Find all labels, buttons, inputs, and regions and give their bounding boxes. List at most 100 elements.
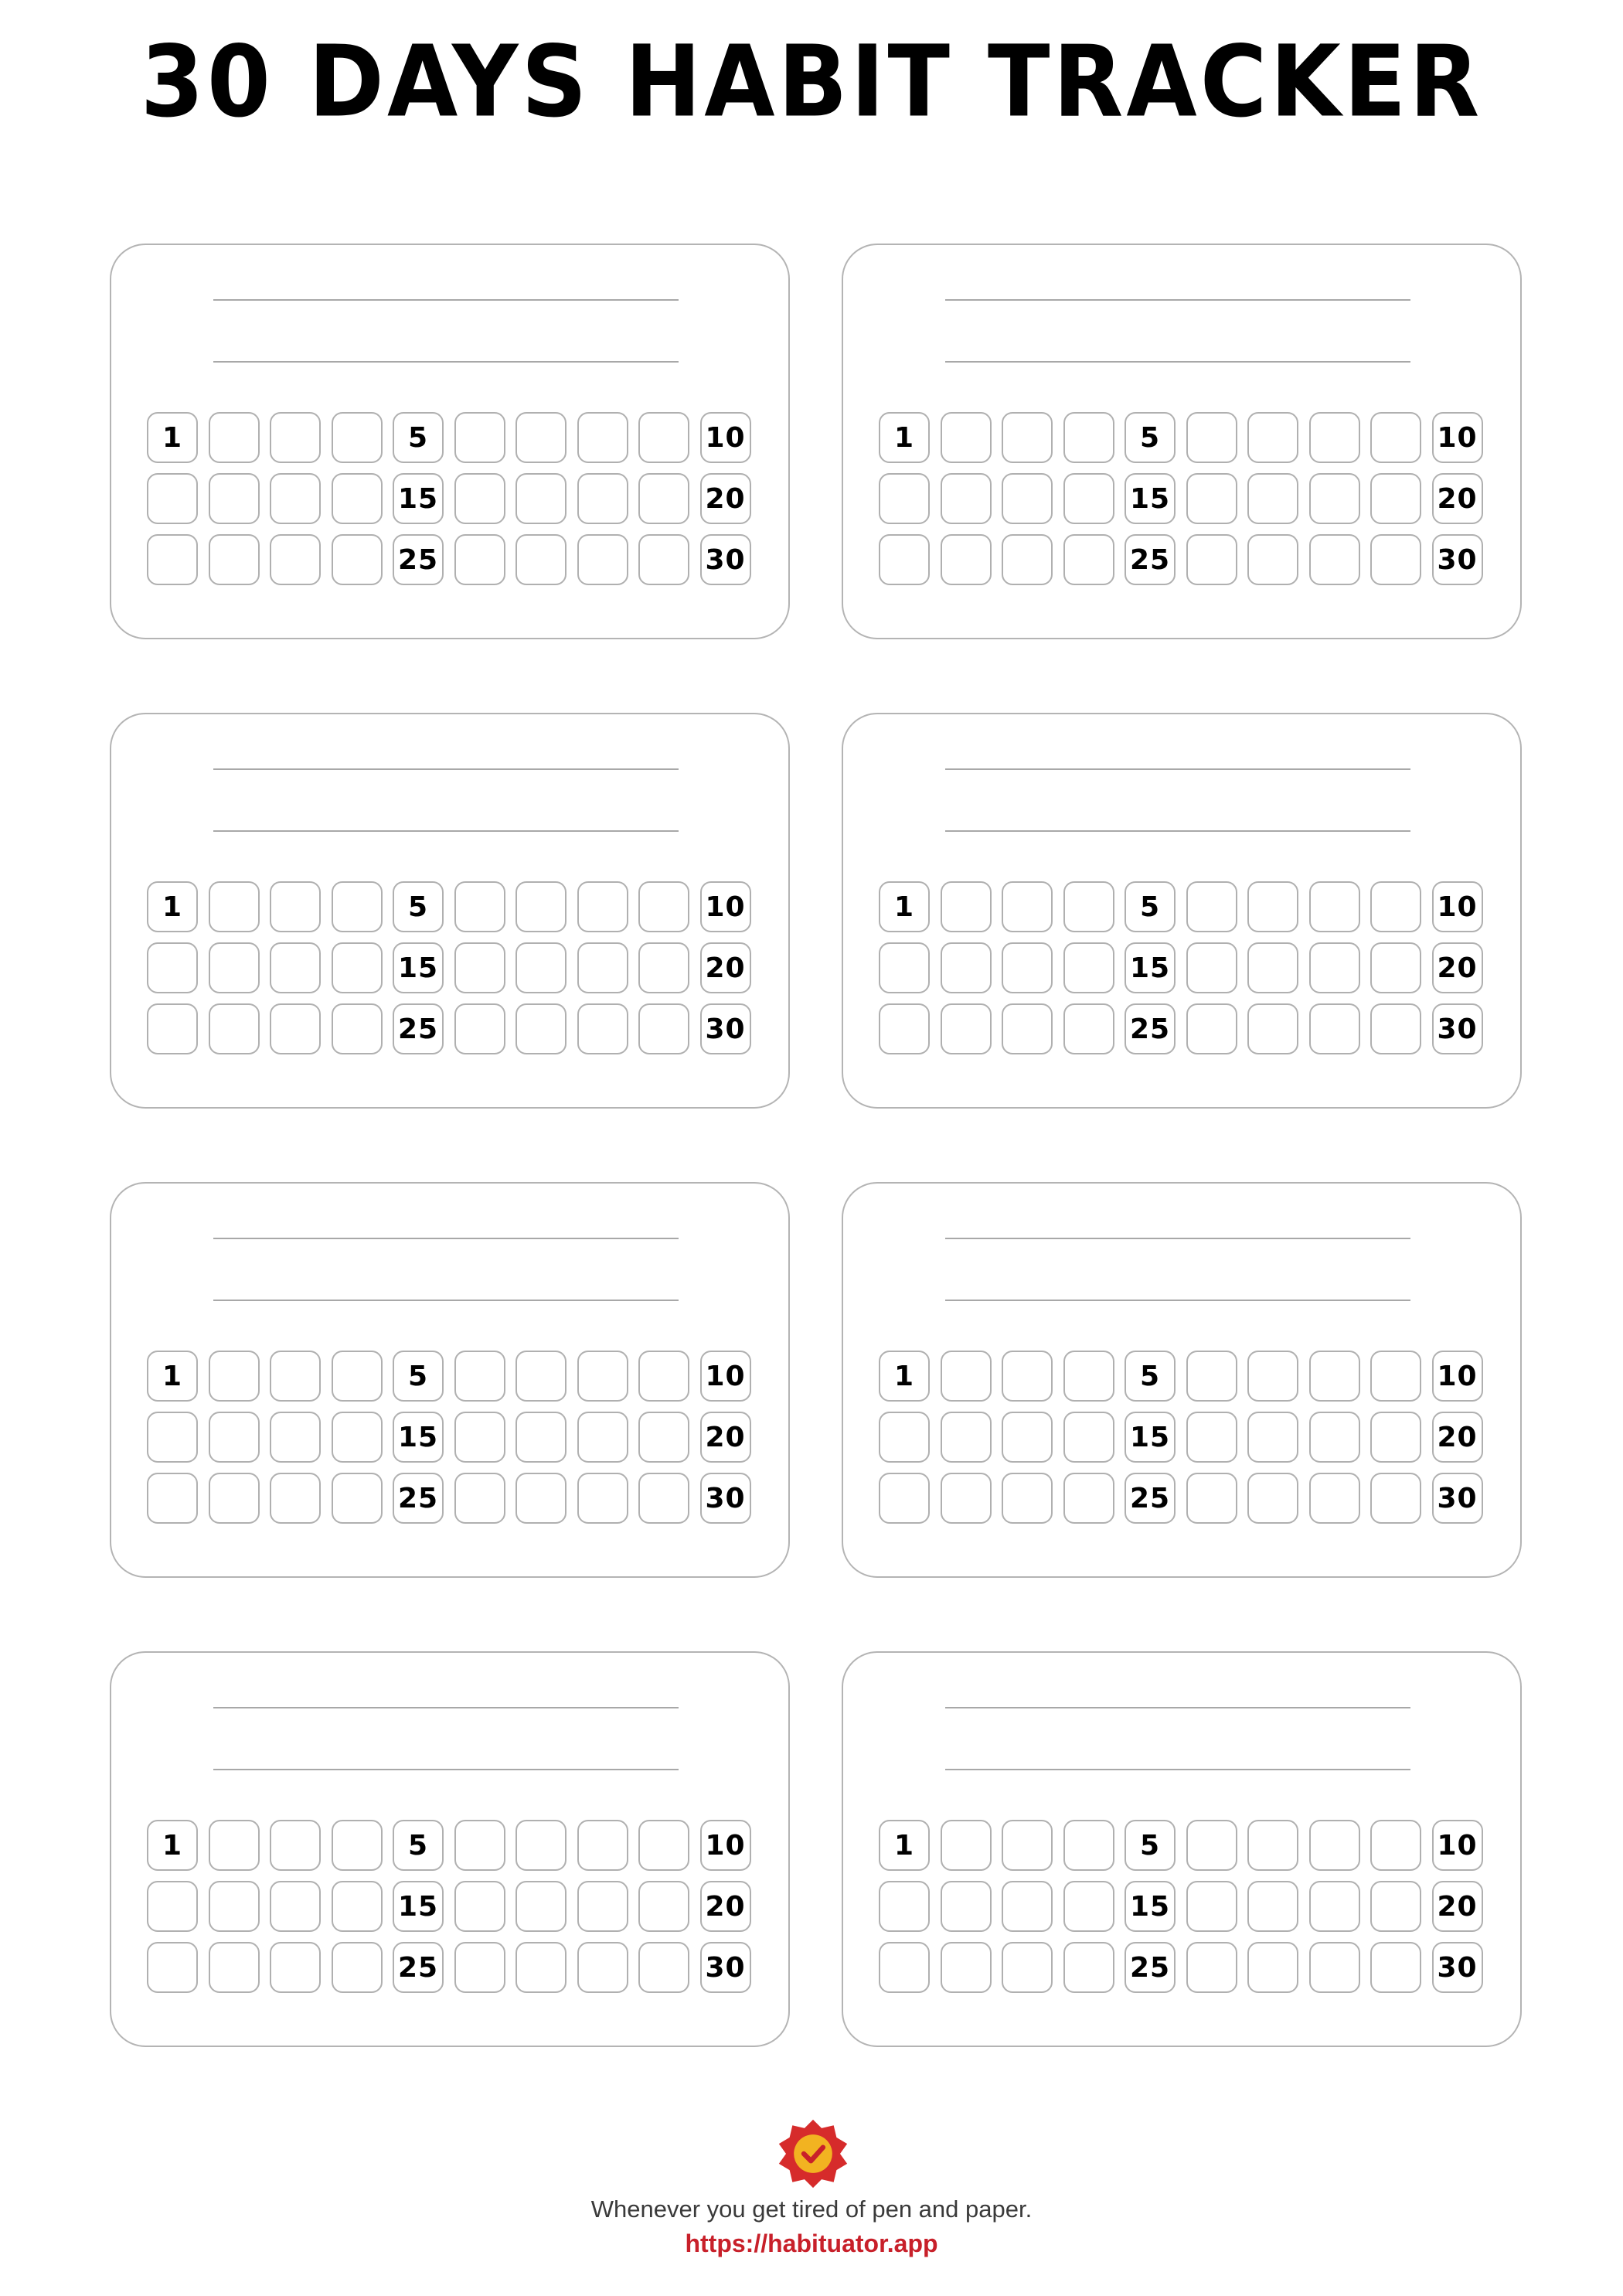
day-checkbox[interactable]	[577, 1820, 628, 1871]
day-checkbox[interactable]	[940, 1412, 992, 1463]
day-checkbox[interactable]	[1247, 942, 1298, 993]
day-checkbox[interactable]	[1063, 473, 1114, 524]
day-checkbox[interactable]	[577, 1942, 628, 1993]
day-checkbox[interactable]	[1002, 1820, 1053, 1871]
day-checkbox[interactable]	[1247, 1942, 1298, 1993]
day-checkbox[interactable]	[1063, 1881, 1114, 1932]
day-checkbox[interactable]: 20	[1431, 942, 1483, 993]
day-checkbox[interactable]	[515, 1412, 567, 1463]
day-checkbox[interactable]	[1247, 1003, 1298, 1054]
day-checkbox[interactable]	[1186, 881, 1237, 932]
habit-name-line[interactable]	[213, 1707, 679, 1708]
day-checkbox[interactable]	[270, 1881, 321, 1932]
day-checkbox[interactable]: 10	[1431, 412, 1483, 463]
day-checkbox[interactable]	[1002, 1003, 1053, 1054]
day-checkbox[interactable]	[331, 1942, 383, 1993]
day-checkbox[interactable]: 25	[393, 1003, 444, 1054]
day-checkbox[interactable]	[208, 473, 260, 524]
day-checkbox[interactable]	[1063, 881, 1114, 932]
day-checkbox[interactable]	[940, 534, 992, 585]
day-checkbox[interactable]: 10	[699, 881, 751, 932]
day-checkbox[interactable]: 25	[1125, 534, 1176, 585]
day-checkbox[interactable]: 5	[393, 1820, 444, 1871]
day-checkbox[interactable]	[454, 1412, 505, 1463]
day-checkbox[interactable]	[638, 942, 689, 993]
day-checkbox[interactable]	[1063, 1942, 1114, 1993]
day-checkbox[interactable]: 20	[1431, 473, 1483, 524]
day-checkbox[interactable]: 5	[393, 881, 444, 932]
day-checkbox[interactable]	[1370, 1473, 1421, 1524]
day-checkbox[interactable]: 20	[699, 1881, 751, 1932]
day-checkbox[interactable]	[638, 881, 689, 932]
day-checkbox[interactable]	[454, 412, 505, 463]
day-checkbox[interactable]: 1	[147, 881, 198, 932]
day-checkbox[interactable]	[1002, 412, 1053, 463]
day-checkbox[interactable]	[577, 473, 628, 524]
day-checkbox[interactable]	[940, 942, 992, 993]
day-checkbox[interactable]	[1370, 881, 1421, 932]
day-checkbox[interactable]	[879, 1473, 930, 1524]
day-checkbox[interactable]	[1247, 1351, 1298, 1402]
day-checkbox[interactable]	[1002, 1351, 1053, 1402]
day-checkbox[interactable]	[879, 534, 930, 585]
day-checkbox[interactable]	[331, 1820, 383, 1871]
day-checkbox[interactable]	[147, 1003, 198, 1054]
day-checkbox[interactable]	[638, 1473, 689, 1524]
day-checkbox[interactable]: 15	[1125, 942, 1176, 993]
day-checkbox[interactable]	[208, 1881, 260, 1932]
day-checkbox[interactable]	[1002, 1473, 1053, 1524]
day-checkbox[interactable]	[515, 412, 567, 463]
day-checkbox[interactable]: 15	[393, 1881, 444, 1932]
day-checkbox[interactable]	[1186, 1820, 1237, 1871]
day-checkbox[interactable]	[208, 942, 260, 993]
day-checkbox[interactable]	[1002, 534, 1053, 585]
day-checkbox[interactable]: 30	[699, 534, 751, 585]
day-checkbox[interactable]	[1186, 1351, 1237, 1402]
day-checkbox[interactable]	[1247, 1412, 1298, 1463]
day-checkbox[interactable]	[331, 881, 383, 932]
habit-name-line[interactable]	[945, 361, 1410, 363]
day-checkbox[interactable]	[638, 412, 689, 463]
day-checkbox[interactable]: 25	[1125, 1942, 1176, 1993]
habit-name-line[interactable]	[213, 768, 679, 770]
day-checkbox[interactable]	[1186, 1412, 1237, 1463]
day-checkbox[interactable]: 10	[699, 1820, 751, 1871]
day-checkbox[interactable]: 1	[879, 881, 930, 932]
day-checkbox[interactable]	[638, 473, 689, 524]
day-checkbox[interactable]	[515, 1942, 567, 1993]
day-checkbox[interactable]	[1308, 1412, 1360, 1463]
day-checkbox[interactable]	[454, 1351, 505, 1402]
day-checkbox[interactable]	[1308, 473, 1360, 524]
day-checkbox[interactable]: 25	[393, 534, 444, 585]
habit-name-line[interactable]	[213, 830, 679, 832]
day-checkbox[interactable]	[1247, 1820, 1298, 1871]
day-checkbox[interactable]	[208, 1820, 260, 1871]
day-checkbox[interactable]: 1	[147, 412, 198, 463]
habit-name-line[interactable]	[945, 830, 1410, 832]
day-checkbox[interactable]	[1247, 412, 1298, 463]
day-checkbox[interactable]	[515, 1351, 567, 1402]
day-checkbox[interactable]: 10	[1431, 1820, 1483, 1871]
day-checkbox[interactable]: 15	[1125, 1412, 1176, 1463]
day-checkbox[interactable]	[1370, 1412, 1421, 1463]
day-checkbox[interactable]	[1186, 473, 1237, 524]
day-checkbox[interactable]: 20	[699, 473, 751, 524]
day-checkbox[interactable]	[940, 1881, 992, 1932]
day-checkbox[interactable]: 15	[393, 942, 444, 993]
day-checkbox[interactable]	[1186, 534, 1237, 585]
day-checkbox[interactable]	[1186, 1473, 1237, 1524]
day-checkbox[interactable]	[1186, 1881, 1237, 1932]
day-checkbox[interactable]: 1	[879, 1820, 930, 1871]
day-checkbox[interactable]	[1308, 1942, 1360, 1993]
day-checkbox[interactable]: 30	[1431, 1942, 1483, 1993]
day-checkbox[interactable]	[1002, 1942, 1053, 1993]
day-checkbox[interactable]	[147, 534, 198, 585]
day-checkbox[interactable]: 25	[1125, 1473, 1176, 1524]
day-checkbox[interactable]	[208, 1351, 260, 1402]
day-checkbox[interactable]	[270, 1820, 321, 1871]
day-checkbox[interactable]	[1308, 1473, 1360, 1524]
day-checkbox[interactable]: 30	[1431, 534, 1483, 585]
day-checkbox[interactable]: 30	[1431, 1473, 1483, 1524]
day-checkbox[interactable]	[1370, 473, 1421, 524]
day-checkbox[interactable]	[454, 942, 505, 993]
